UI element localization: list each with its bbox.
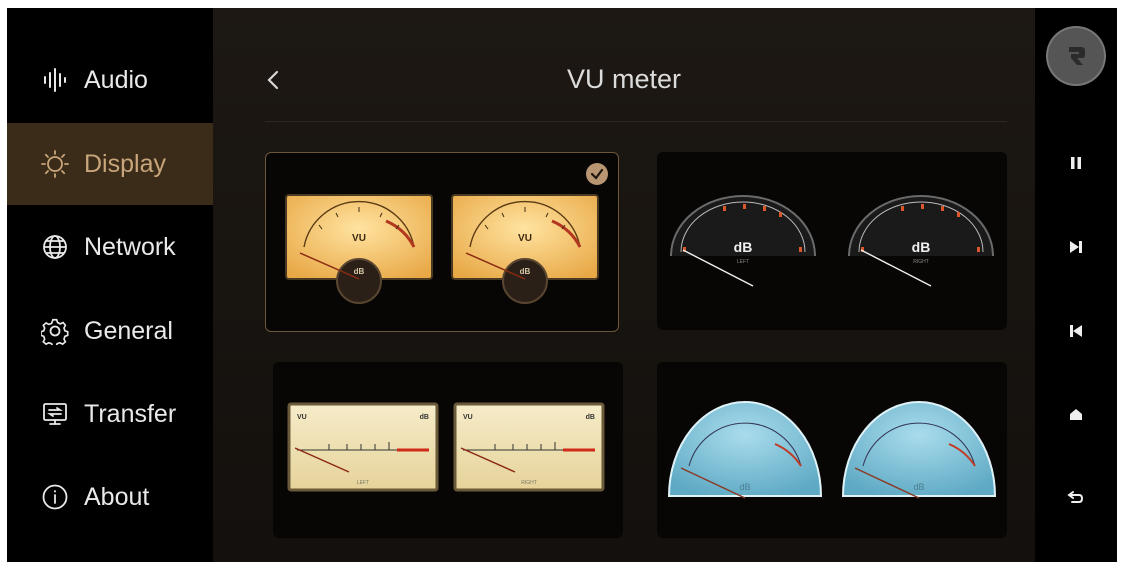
vu-style-black-arc[interactable]: dB LEFT dB RIGHT: [657, 152, 1007, 330]
sidebar-item-general[interactable]: General: [7, 290, 213, 372]
brand-logo-icon: [1069, 47, 1085, 65]
linear-cream-meters: VU dB LEFT VU dB RIGHT: [287, 402, 605, 492]
next-track-button[interactable]: [1061, 232, 1091, 262]
meter-right: VU dB: [451, 194, 599, 304]
meter-vu-label: VU: [297, 414, 307, 421]
selected-check-icon: [586, 163, 608, 185]
pause-icon: [1071, 157, 1081, 169]
waveform-icon: [40, 65, 70, 95]
meter-db-label: dB: [586, 414, 595, 421]
meter-db-label: dB: [913, 482, 924, 492]
meter-left: VU dB LEFT: [287, 402, 439, 492]
sidebar-item-label: Audio: [84, 65, 148, 94]
info-icon: [40, 482, 70, 512]
black-arc-meters: dB LEFT dB RIGHT: [670, 195, 994, 287]
channel-label-right: RIGHT: [521, 480, 537, 486]
meter-db-label: dB: [739, 482, 750, 492]
gear-icon: [40, 316, 70, 346]
device-screen: Audio Display Network General Transfer A…: [7, 8, 1117, 562]
sidebar-item-label: General: [84, 316, 173, 345]
sidebar-item-label: Display: [84, 149, 166, 178]
meter-vu-label: VU: [352, 233, 366, 244]
channel-label-right: RIGHT: [913, 259, 929, 265]
page-title: VU meter: [566, 64, 682, 94]
meter-left: dB: [667, 401, 823, 499]
home-button[interactable]: [1061, 399, 1091, 429]
vu-style-blue-dome[interactable]: dB dB: [657, 362, 1007, 538]
return-icon: [1067, 491, 1084, 503]
meter-left: VU dB: [285, 194, 433, 304]
return-button[interactable]: [1061, 482, 1091, 512]
blue-dome-meters: dB dB: [667, 401, 997, 499]
avatar[interactable]: [1048, 28, 1104, 84]
header-divider: [265, 121, 1007, 122]
meter-vu-label: VU: [518, 233, 532, 244]
sidebar-item-about[interactable]: About: [7, 456, 213, 538]
classic-yellow-meters: VU dB VU dB: [285, 194, 599, 304]
vu-style-classic-yellow[interactable]: VU dB VU dB: [265, 152, 619, 332]
meter-db-label: dB: [354, 267, 365, 276]
brightness-icon: [40, 149, 70, 179]
control-bar: [1035, 8, 1117, 562]
home-icon: [1070, 409, 1082, 420]
pause-button[interactable]: [1061, 148, 1091, 178]
sidebar: Audio Display Network General Transfer A…: [7, 8, 213, 562]
meter-left: dB LEFT: [670, 195, 816, 287]
sidebar-item-label: About: [84, 482, 150, 511]
sidebar-item-audio[interactable]: Audio: [7, 39, 213, 121]
monitor-transfer-icon: [40, 399, 70, 429]
meter-db-label: dB: [912, 239, 931, 255]
globe-icon: [40, 232, 70, 262]
meter-right: VU dB RIGHT: [453, 402, 605, 492]
sidebar-item-transfer[interactable]: Transfer: [7, 373, 213, 455]
sidebar-item-label: Network: [84, 232, 176, 261]
main-panel: VU meter VU dB VU dB dB LEFT dB RIGHT VU…: [213, 8, 1035, 562]
meter-right: dB: [841, 401, 997, 499]
meter-right: dB RIGHT: [848, 195, 994, 287]
previous-track-icon: [1070, 325, 1082, 337]
sidebar-item-network[interactable]: Network: [7, 206, 213, 288]
sidebar-item-label: Transfer: [84, 399, 177, 428]
vu-style-linear-cream[interactable]: VU dB LEFT VU dB RIGHT: [273, 362, 623, 538]
channel-label-left: LEFT: [357, 480, 369, 486]
meter-db-label: dB: [420, 414, 429, 421]
next-track-icon: [1070, 241, 1082, 253]
meter-db-label: dB: [520, 267, 531, 276]
meter-db-label: dB: [734, 239, 753, 255]
previous-track-button[interactable]: [1061, 316, 1091, 346]
meter-vu-label: VU: [463, 414, 473, 421]
sidebar-item-display[interactable]: Display: [7, 123, 213, 205]
channel-label-left: LEFT: [737, 259, 749, 265]
